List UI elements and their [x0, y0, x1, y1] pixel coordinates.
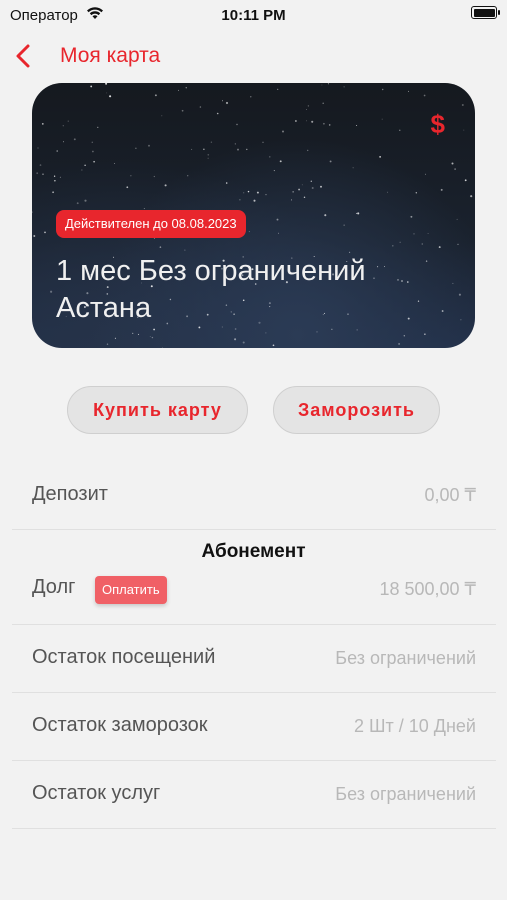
battery-icon: [471, 6, 500, 19]
freezes-label: Остаток заморозок: [32, 714, 208, 736]
services-row: Остаток услуг Без ограничений: [12, 760, 496, 829]
membership-card: $ Действителен до 08.08.2023 1 мес Без о…: [32, 83, 475, 348]
deposit-label: Депозит: [32, 483, 108, 505]
debt-row: Долг 18 500,00 ₸: [12, 529, 496, 625]
visits-label: Остаток посещений: [32, 646, 216, 668]
freezes-row: Остаток заморозок 2 Шт / 10 Дней: [12, 692, 496, 761]
debt-label: Долг: [32, 576, 76, 598]
page-title: Моя карта: [60, 44, 161, 67]
freezes-value: 2 Шт / 10 Дней: [354, 716, 476, 736]
visits-row: Остаток посещений Без ограничений: [12, 624, 496, 693]
visits-value: Без ограничений: [335, 648, 476, 668]
buy-card-button[interactable]: Купить карту: [67, 386, 248, 434]
back-chevron-icon[interactable]: [12, 42, 34, 70]
deposit-value: 0,00 ₸: [424, 485, 477, 505]
pay-button[interactable]: Оплатить: [95, 576, 167, 604]
status-bar: Оператор 10:11 PM: [0, 0, 507, 30]
debt-value: 18 500,00 ₸: [379, 579, 476, 599]
clock: 10:11 PM: [221, 7, 286, 24]
card-title: 1 мес Без ограничений Астана: [56, 253, 456, 327]
freeze-button[interactable]: Заморозить: [273, 386, 440, 434]
card-title-line2: Астана: [56, 292, 152, 324]
card-title-line1: 1 мес Без ограничений: [56, 255, 366, 287]
services-value: Без ограничений: [335, 784, 476, 804]
dollar-icon: $: [430, 109, 445, 139]
nav-bar: Моя карта: [0, 36, 507, 76]
deposit-row: Депозит 0,00 ₸: [12, 462, 496, 530]
validity-badge: Действителен до 08.08.2023: [56, 210, 246, 238]
services-label: Остаток услуг: [32, 782, 161, 804]
